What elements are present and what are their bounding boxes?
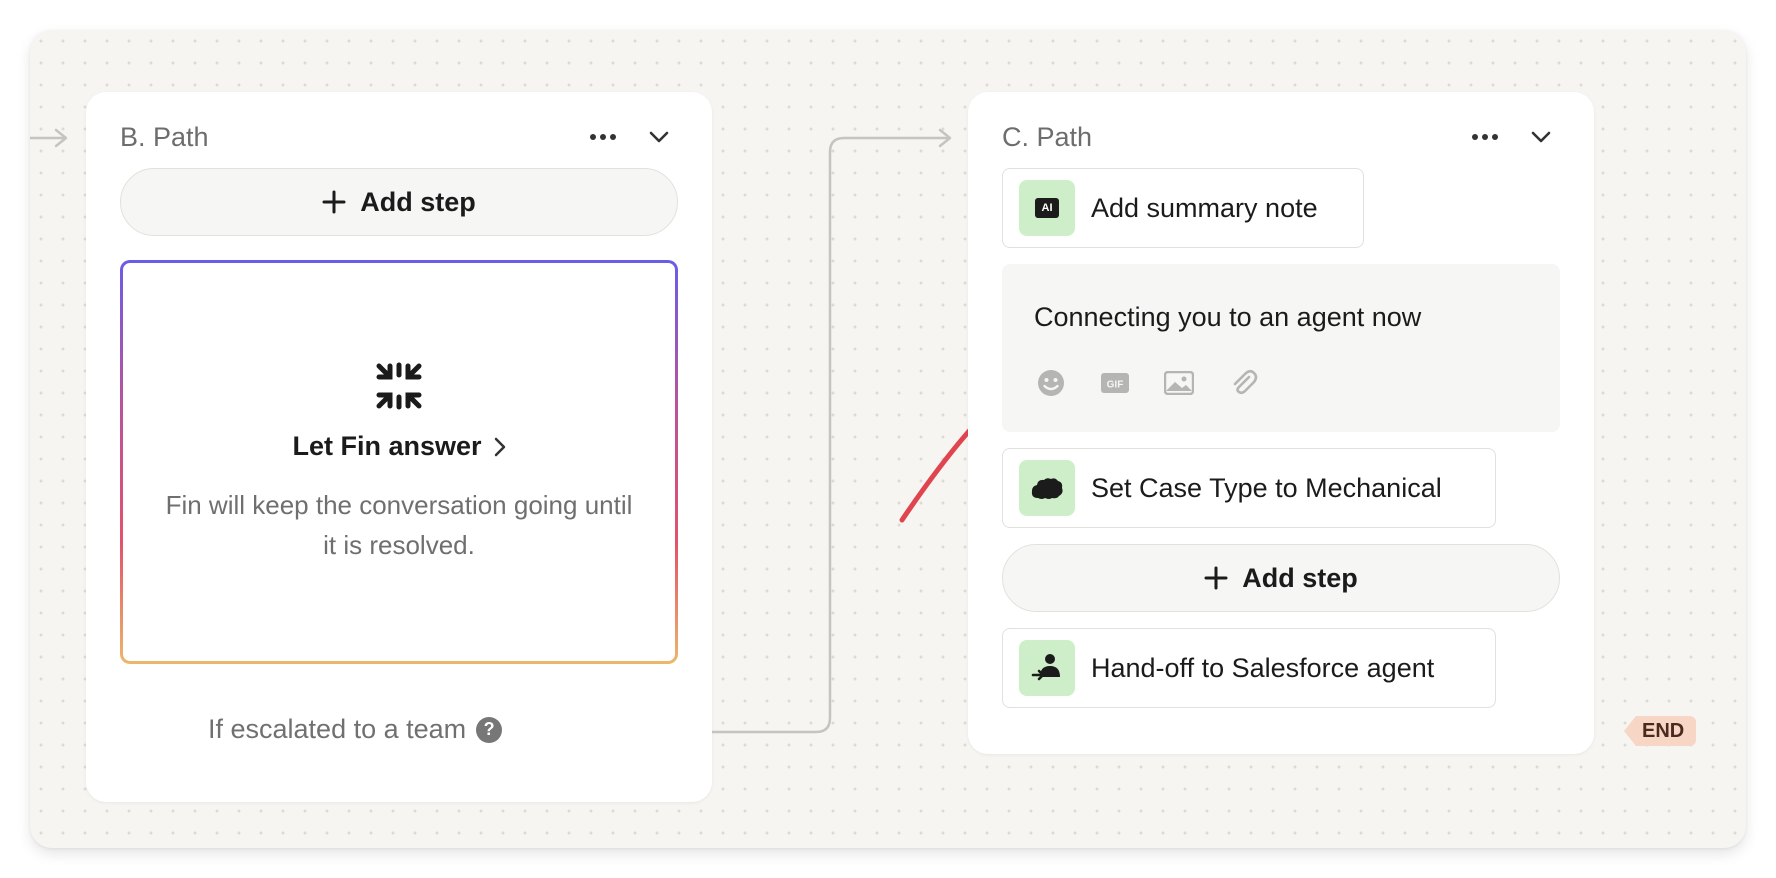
emoji-icon [1038, 370, 1064, 396]
plus-icon [322, 190, 346, 214]
path-b-title: B. Path [120, 122, 209, 152]
message-step[interactable]: Connecting you to an agent now GIF [1002, 264, 1560, 432]
attachment-icon [1233, 369, 1258, 395]
case-type-text: Set Case Type to Mechanical [1091, 473, 1442, 504]
end-tag-arrow [1624, 716, 1636, 746]
path-b-collapse-button[interactable] [642, 122, 676, 152]
path-c-collapse-button[interactable] [1524, 122, 1558, 152]
gif-text: GIF [1107, 380, 1124, 391]
emoji-button[interactable] [1034, 368, 1068, 398]
fin-answer-title: Let Fin answer [292, 431, 482, 461]
path-c-card: C. Path AI Add summary note Connecting y… [968, 92, 1594, 754]
message-text[interactable]: Connecting you to an agent now [1034, 302, 1421, 333]
path-b-card: B. Path Add step Let Fin answer Fin will… [86, 92, 712, 802]
path-b-more-button[interactable] [586, 122, 620, 152]
handoff-icon-wrap [1019, 640, 1075, 696]
handoff-salesforce-step[interactable]: Hand-off to Salesforce agent [1002, 628, 1496, 708]
salesforce-icon-wrap [1019, 460, 1075, 516]
escalation-label: If escalated to a team [208, 714, 467, 744]
set-case-type-step[interactable]: Set Case Type to Mechanical [1002, 448, 1496, 528]
add-summary-note-step[interactable]: AI Add summary note [1002, 168, 1364, 248]
more-dots-icon [590, 134, 616, 140]
add-step-label: Add step [1242, 562, 1358, 593]
end-tag: END [1624, 716, 1697, 746]
path-c-title: C. Path [1002, 122, 1093, 152]
case-type-attribute: Set Case Type [1091, 472, 1268, 503]
image-icon [1164, 371, 1194, 395]
salesforce-cloud-icon [1031, 478, 1063, 499]
escalation-condition[interactable]: If escalated to a team ? [208, 714, 503, 745]
path-c-more-button[interactable] [1468, 122, 1502, 152]
path-c-add-step-button[interactable]: Add step [1002, 544, 1560, 612]
attachment-button[interactable] [1226, 368, 1260, 398]
help-icon[interactable]: ? [476, 716, 503, 743]
message-toolbar: GIF [1034, 368, 1260, 398]
fin-answer-description: Fin will keep the conversation going unt… [165, 490, 633, 560]
add-step-label: Add step [360, 186, 476, 217]
path-b-add-step-button[interactable]: Add step [120, 168, 678, 236]
image-button[interactable] [1162, 368, 1196, 398]
plus-icon [1204, 566, 1228, 590]
ai-icon: AI [1019, 180, 1075, 236]
handoff-agent-icon [1031, 654, 1060, 681]
more-dots-icon [1472, 134, 1498, 140]
case-type-value: to Mechanical [1275, 472, 1442, 503]
ai-badge: AI [1035, 198, 1059, 218]
fin-answer-block[interactable]: Let Fin answer Fin will keep the convers… [120, 260, 678, 664]
chevron-right-icon [494, 437, 505, 456]
fin-answer-heading[interactable]: Let Fin answer [123, 431, 675, 462]
handoff-step-label: Hand-off to Salesforce agent [1091, 652, 1435, 683]
chevron-down-icon [1531, 131, 1551, 143]
end-tag-label: END [1636, 716, 1697, 746]
gif-icon: GIF [1101, 373, 1129, 393]
chevron-down-icon [649, 131, 669, 143]
gif-button[interactable]: GIF [1098, 368, 1132, 398]
summary-step-label: Add summary note [1091, 192, 1318, 223]
fin-logo-icon [376, 362, 422, 410]
